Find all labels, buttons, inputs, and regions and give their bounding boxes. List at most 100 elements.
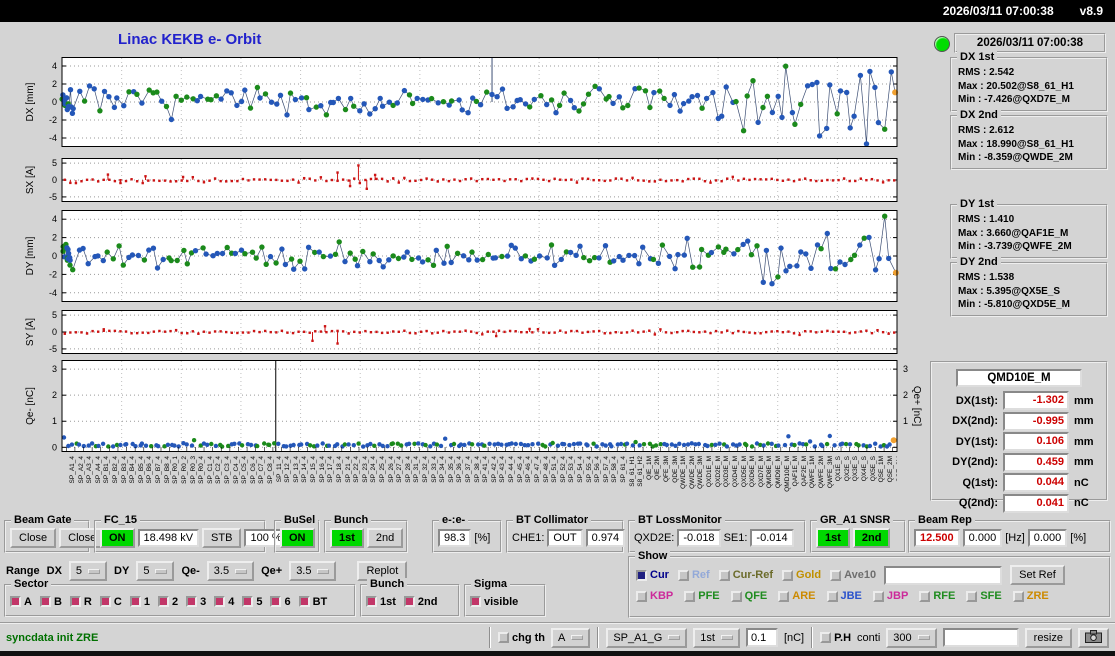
sector-toggle-2-checkbox[interactable] xyxy=(158,596,169,607)
bpm-readout-title: QMD10E_M xyxy=(956,369,1082,387)
chg-th-label: chg th xyxy=(512,632,545,644)
bpm-label: SP_34_4 xyxy=(432,455,441,511)
bt-lossmonitor-group: BT LossMonitor QXD2E: -0.018 SE1: -0.014 xyxy=(628,520,806,553)
show-toggle-are-label: ARE xyxy=(792,590,815,602)
sector-toggle-4-checkbox[interactable] xyxy=(214,596,225,607)
show-toggle-kbp-label: KBP xyxy=(650,590,673,602)
status-message: syncdata init ZRE xyxy=(6,632,98,644)
dropdown-glyph-icon xyxy=(88,569,100,574)
sector-toggle-3-checkbox[interactable] xyxy=(186,596,197,607)
bpm-label: SP_R0_2 xyxy=(174,455,183,511)
sector-toggle-c-checkbox[interactable] xyxy=(100,596,111,607)
aux-input[interactable] xyxy=(943,628,1019,647)
sector-toggle-r-checkbox[interactable] xyxy=(70,596,81,607)
titlebar-datetime: 2026/03/11 07:00:38 xyxy=(943,4,1054,18)
bpm-label: SP_37_4 xyxy=(458,455,467,511)
bpm-label: SP_B3_4 xyxy=(114,455,123,511)
bpm-label: QSE_1M xyxy=(871,455,880,511)
sector-toggle-4: 4 xyxy=(214,596,234,608)
show-toggle-pfe: PFE xyxy=(684,590,719,602)
svg-text:2: 2 xyxy=(903,390,908,400)
bpm-label: SP_B1_4 xyxy=(96,455,105,511)
show-toggle-ref-checkbox[interactable] xyxy=(678,570,689,581)
bpm-label: SP_15_4 xyxy=(303,455,312,511)
range-dx-select[interactable]: 5 xyxy=(69,561,107,581)
sigma-toggle-visible: visible xyxy=(470,596,518,608)
bpm-label: QMD9E_M xyxy=(768,455,777,511)
show-toggle-zre-checkbox[interactable] xyxy=(1013,591,1024,602)
sector-toggle-bt-checkbox[interactable] xyxy=(299,596,310,607)
set-ref-button[interactable]: Set Ref xyxy=(1010,565,1065,585)
dropdown-glyph-icon xyxy=(721,635,733,640)
bpm-label: SP_48_4 xyxy=(536,455,545,511)
show-toggle-gold-checkbox[interactable] xyxy=(782,570,793,581)
bpm-label: QMD8E_M xyxy=(759,455,768,511)
stat-group-title: DX 1st xyxy=(957,51,997,63)
chg-th-checkbox[interactable] xyxy=(498,632,509,643)
page-title: Linac KEKB e- Orbit xyxy=(118,31,261,48)
bpm-select[interactable]: SP_A1_G xyxy=(606,628,687,648)
show-toggle-cur-checkbox[interactable] xyxy=(636,570,647,581)
range-qep-select[interactable]: 3.5 xyxy=(289,561,336,581)
show-toggle-rfe-checkbox[interactable] xyxy=(919,591,930,602)
bunch-1st-button[interactable]: 1st xyxy=(330,528,364,548)
svg-text:SX [A]: SX [A] xyxy=(25,166,36,195)
sector-toggle-b-checkbox[interactable] xyxy=(40,596,51,607)
show-toggle-pfe-checkbox[interactable] xyxy=(684,591,695,602)
bpm-label: SP_33_4 xyxy=(424,455,433,511)
separator xyxy=(811,627,813,648)
range-qem-select[interactable]: 3.5 xyxy=(207,561,254,581)
fc15-stb-button[interactable]: STB xyxy=(202,528,241,548)
readout-label: DY(1st): xyxy=(938,436,998,448)
range-qep-label: Qe+ xyxy=(261,565,282,577)
beam-gate-close-1-button[interactable]: Close xyxy=(10,528,56,548)
bpm-label: QWFE_2M xyxy=(811,455,820,511)
beam-rep-pct-display: 0.000 xyxy=(1028,529,1068,547)
sector-toggle-r: R xyxy=(70,596,92,608)
sector-toggle-6-label: 6 xyxy=(284,596,290,608)
show-toggle-cur-ref-checkbox[interactable] xyxy=(719,570,730,581)
resize-button[interactable]: resize xyxy=(1025,628,1072,648)
che1-label: CHE1: xyxy=(512,532,544,544)
snsr-2nd-button[interactable]: 2nd xyxy=(853,528,891,548)
ref-name-input[interactable] xyxy=(884,566,1002,585)
show-toggle-qfe-label: QFE xyxy=(745,590,768,602)
bunch-toggle-2nd-checkbox[interactable] xyxy=(404,596,415,607)
show-toggle-jbp-checkbox[interactable] xyxy=(873,591,884,602)
interval-select[interactable]: 300 xyxy=(886,628,936,648)
sector-toggle-5-checkbox[interactable] xyxy=(242,596,253,607)
range-dy-select[interactable]: 5 xyxy=(136,561,174,581)
sigma-toggle-visible-checkbox[interactable] xyxy=(470,596,481,607)
show-toggle-kbp-checkbox[interactable] xyxy=(636,591,647,602)
snsr-1st-button[interactable]: 1st xyxy=(816,528,850,548)
show-toggle-sfe-checkbox[interactable] xyxy=(966,591,977,602)
bunch-toggle-1st-checkbox[interactable] xyxy=(366,596,377,607)
sector-select[interactable]: A xyxy=(551,628,590,648)
bunch-2nd-button[interactable]: 2nd xyxy=(367,528,403,548)
fc15-group: FC_15 ON 18.498 kV STB 100 % xyxy=(94,520,266,553)
busel-on-button[interactable]: ON xyxy=(280,528,315,548)
show-toggle-cur-ref-label: Cur-Ref xyxy=(733,569,773,581)
bpm-label: QXD7E_M xyxy=(751,455,760,511)
show-toggle-cur-label: Cur xyxy=(650,569,669,581)
bpm-label: SP_C1_4 xyxy=(200,455,209,511)
show-toggle-are-checkbox[interactable] xyxy=(778,591,789,602)
bunch-select-title: Bunch xyxy=(331,514,371,526)
ph-checkbox[interactable] xyxy=(820,632,831,643)
show-toggle-ave10-checkbox[interactable] xyxy=(830,570,841,581)
collimator-extra-display: 0.974 xyxy=(586,529,626,547)
fc15-on-button[interactable]: ON xyxy=(100,528,135,548)
threshold-input[interactable] xyxy=(746,628,778,647)
bpm-label: SP_44_4 xyxy=(501,455,510,511)
bpm-label: SP_42_4 xyxy=(484,455,493,511)
sector-toggle-6-checkbox[interactable] xyxy=(270,596,281,607)
sector-toggle-1-checkbox[interactable] xyxy=(130,596,141,607)
show-toggle-ave10: Ave10 xyxy=(830,569,876,581)
screenshot-button[interactable] xyxy=(1078,628,1109,648)
show-toggle-jbe-checkbox[interactable] xyxy=(827,591,838,602)
show-toggle-qfe-checkbox[interactable] xyxy=(731,591,742,602)
sector-toggle-a-checkbox[interactable] xyxy=(10,596,21,607)
readout-unit: mm xyxy=(1074,456,1094,468)
bunch-select[interactable]: 1st xyxy=(693,628,740,648)
bpm-label: QXD2E_M xyxy=(708,455,717,511)
